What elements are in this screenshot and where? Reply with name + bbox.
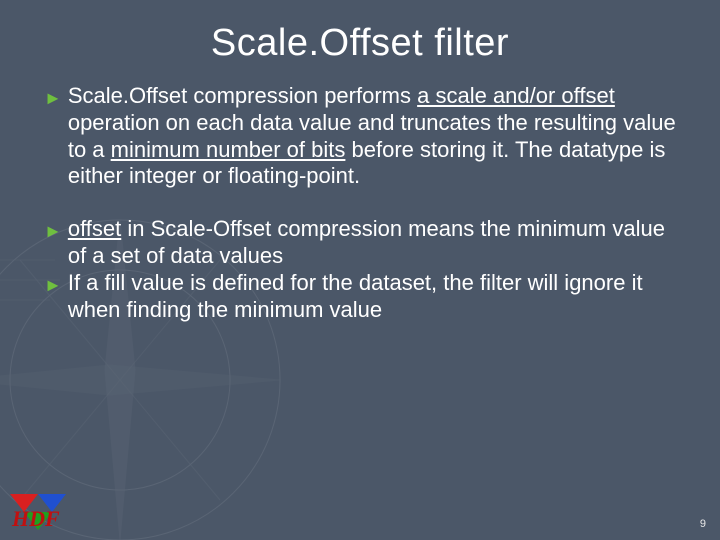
bullet-item: ► If a fill value is defined for the dat… xyxy=(44,270,676,324)
page-number: 9 xyxy=(700,518,706,530)
bullet-item: ► Scale.Offset compression performs a sc… xyxy=(44,83,676,190)
bullet-item: ► offset in Scale-Offset compression mea… xyxy=(44,216,676,270)
slide-content: ► Scale.Offset compression performs a sc… xyxy=(0,83,720,324)
slide-title: Scale.Offset filter xyxy=(0,0,720,83)
bullet-arrow-icon: ► xyxy=(44,275,62,297)
bullet-text: Scale.Offset compression performs a scal… xyxy=(68,83,676,190)
bullet-text: If a fill value is defined for the datas… xyxy=(68,270,676,324)
logo-text: HDF xyxy=(11,506,60,531)
hdf-logo: HDF xyxy=(8,492,72,534)
bullet-arrow-icon: ► xyxy=(44,221,62,243)
bullet-text: offset in Scale-Offset compression means… xyxy=(68,216,676,270)
bullet-arrow-icon: ► xyxy=(44,88,62,110)
